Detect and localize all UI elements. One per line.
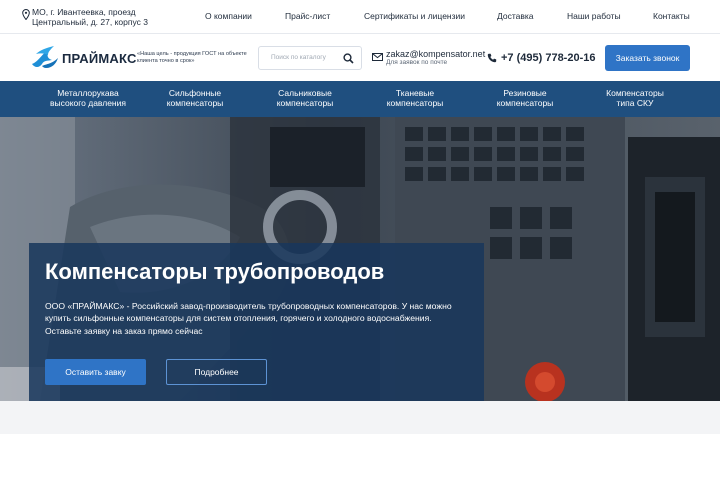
category-bellows-compensators[interactable]: Сильфонные компенсаторы xyxy=(140,88,250,108)
category-label-line2: высокого давления xyxy=(50,98,126,108)
nav-our-works[interactable]: Наши работы xyxy=(567,11,621,21)
search-box[interactable] xyxy=(258,46,362,70)
category-label-line2: компенсаторы xyxy=(166,98,224,108)
category-label-line1: Резиновые xyxy=(503,88,547,98)
category-fabric-compensators[interactable]: Тканевые компенсаторы xyxy=(360,88,470,108)
category-label-line1: Металлорукава xyxy=(57,88,119,98)
category-label-line1: Сильфонные xyxy=(168,88,222,98)
category-label-line1: Компенсаторы xyxy=(606,88,664,98)
location-pin-icon xyxy=(22,9,30,20)
category-label-line1: Тканевые xyxy=(395,88,435,98)
brand-logo-text[interactable]: ПРАЙМАКС xyxy=(62,51,137,66)
mail-icon xyxy=(372,53,383,61)
request-call-button[interactable]: Заказать звонок xyxy=(605,45,690,71)
category-label-line2: компенсаторы xyxy=(496,98,554,108)
leave-request-button[interactable]: Оставить завку xyxy=(45,359,146,385)
hero-panel: Компенсаторы трубопроводов ООО «ПРАЙМАКС… xyxy=(29,243,484,401)
category-label-line2: компенсаторы xyxy=(276,98,334,108)
nav-certificates[interactable]: Сертификаты и лицензии xyxy=(364,11,465,21)
nav-delivery[interactable]: Доставка xyxy=(497,11,534,21)
hero-banner: Компенсаторы трубопроводов ООО «ПРАЙМАКС… xyxy=(0,117,720,401)
category-label-line2: типа СКУ xyxy=(616,98,654,108)
top-bar: МО, г. Ивантеевка, проезд Центральный, д… xyxy=(0,0,720,34)
brand-logo-icon[interactable] xyxy=(30,44,60,70)
nav-about[interactable]: О компании xyxy=(205,11,252,21)
email-caption: Для заявок по почте xyxy=(386,59,448,66)
search-icon[interactable] xyxy=(343,53,354,64)
phone-number[interactable]: +7 (495) 778-20-16 xyxy=(501,52,595,64)
hero-title: Компенсаторы трубопроводов xyxy=(45,259,385,284)
category-sku-compensators[interactable]: Компенсаторы типа СКУ xyxy=(580,88,690,108)
phone-icon xyxy=(487,53,497,63)
nav-contacts[interactable]: Контакты xyxy=(653,11,690,21)
section-divider xyxy=(0,401,720,434)
hero-description: ООО «ПРАЙМАКС» - Российский завод-произв… xyxy=(45,301,452,336)
category-metal-hoses[interactable]: Металлорукава высокого давления xyxy=(33,88,143,108)
nav-price-list[interactable]: Прайс-лист xyxy=(285,11,330,21)
more-details-button[interactable]: Подробнее xyxy=(166,359,267,385)
slogan: «Наша цель - продукция ГОСТ на объекте к… xyxy=(137,51,247,64)
address-line-2: Центральный, д. 27, корпус 3 xyxy=(32,17,148,27)
category-nav: Металлорукава высокого давления Сильфонн… xyxy=(0,81,720,117)
email-link[interactable]: zakaz@kompensator.net xyxy=(386,49,485,59)
category-rubber-compensators[interactable]: Резиновые компенсаторы xyxy=(470,88,580,108)
address-line-1: МО, г. Ивантеевка, проезд xyxy=(32,7,136,17)
address: МО, г. Ивантеевка, проезд Центральный, д… xyxy=(22,7,148,27)
category-label-line1: Сальниковые xyxy=(278,88,332,98)
category-gland-compensators[interactable]: Сальниковые компенсаторы xyxy=(250,88,360,108)
category-label-line2: компенсаторы xyxy=(386,98,444,108)
search-input[interactable] xyxy=(271,54,341,61)
